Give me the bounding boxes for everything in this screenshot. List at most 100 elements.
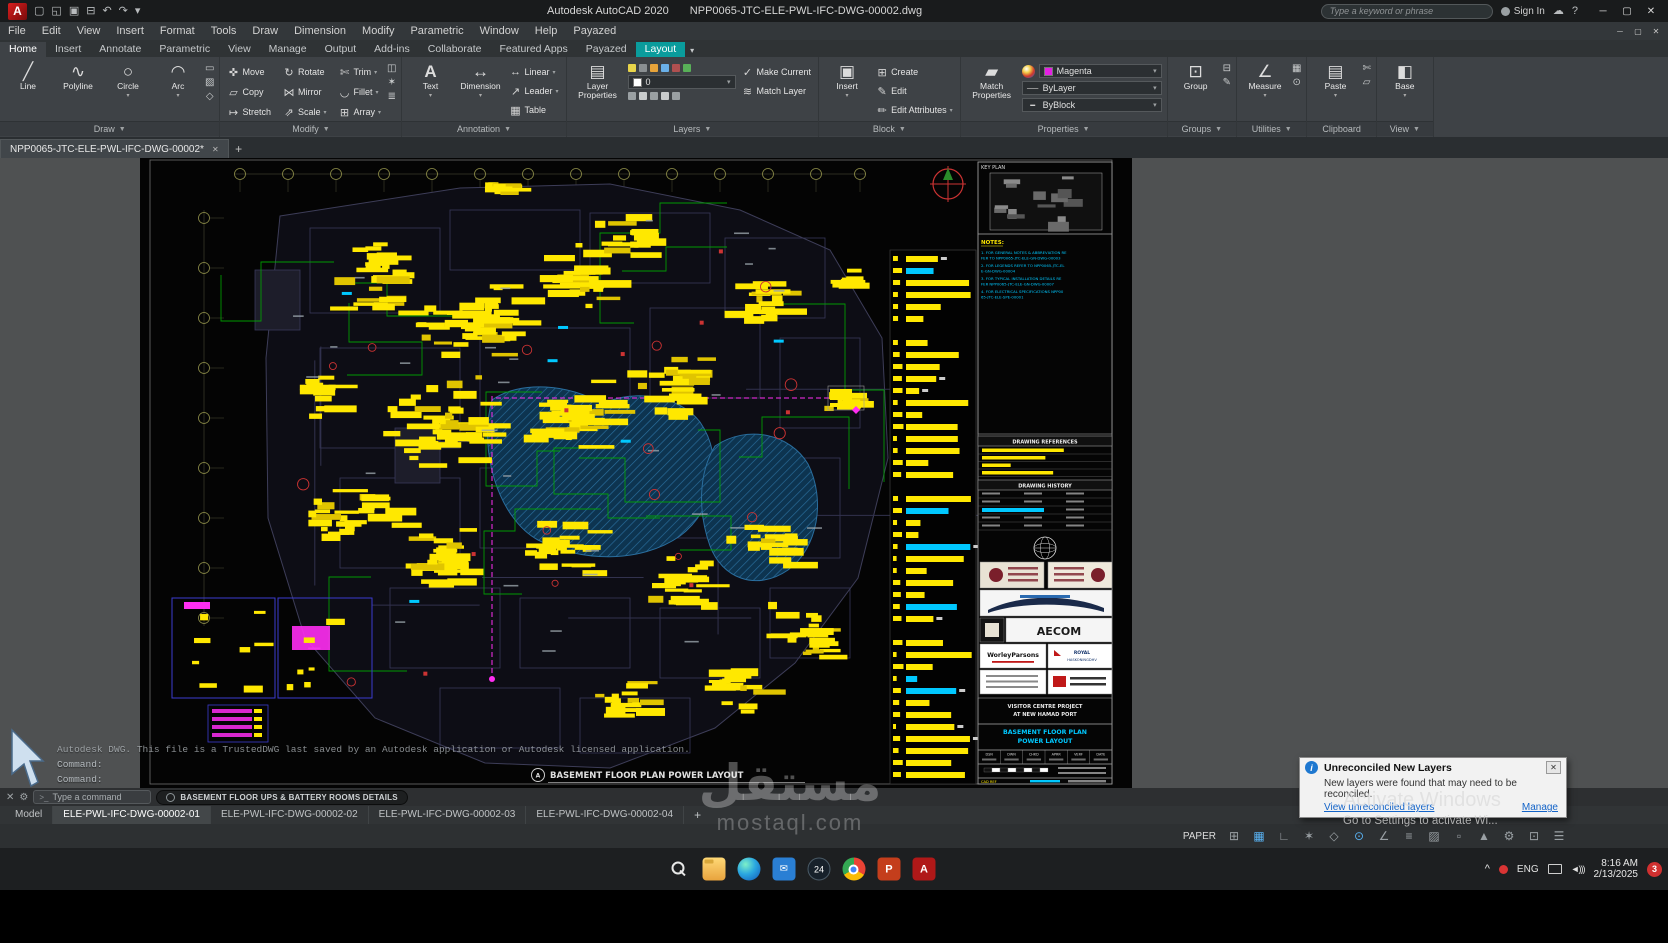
grid-icon[interactable]: ⊞ xyxy=(1225,829,1243,843)
close-button[interactable]: ✕ xyxy=(1640,2,1662,20)
search-input[interactable]: Type a keyword or phrase xyxy=(1320,3,1493,19)
command-close-icon[interactable]: ✕ xyxy=(6,792,14,803)
layout-add-button[interactable]: + xyxy=(684,806,711,824)
space-toggle[interactable]: PAPER xyxy=(1183,831,1216,842)
ribbon-tab-overflow-caret[interactable]: ▾ xyxy=(685,44,699,57)
undo-icon[interactable]: ↶ xyxy=(102,5,111,17)
taskbar-mail-icon[interactable]: ✉ xyxy=(772,857,796,881)
polyline-button[interactable]: ∿ Polyline xyxy=(55,60,101,91)
modify-rotate-button[interactable]: ↻ Rotate xyxy=(281,64,329,80)
menu-item-modify[interactable]: Modify xyxy=(354,22,402,40)
menu-item-insert[interactable]: Insert xyxy=(108,22,152,40)
ribbon-tab-parametric[interactable]: Parametric xyxy=(150,42,219,57)
customize-icon[interactable]: ☰ xyxy=(1550,829,1568,843)
properties-panel-title[interactable]: Properties ▼ xyxy=(960,121,1167,136)
command-customize-icon[interactable]: ⚙ xyxy=(19,792,28,803)
edit-block-button[interactable]: ✎ Edit xyxy=(874,83,955,99)
layout-tab-ele-pwl-ifc-dwg-00002-04[interactable]: ELE-PWL-IFC-DWG-00002-04 xyxy=(526,806,685,824)
manage-link[interactable]: Manage xyxy=(1522,802,1558,813)
ribbon-tab-payazed[interactable]: Payazed xyxy=(577,42,636,57)
open-folder-icon[interactable]: ◱ xyxy=(51,5,61,17)
group-edit-icon[interactable]: ✎ xyxy=(1223,77,1231,89)
ribbon-tab-layout[interactable]: Layout xyxy=(635,42,686,57)
ribbon-tab-view[interactable]: View xyxy=(219,42,260,57)
maximize-button[interactable]: ▢ xyxy=(1616,2,1638,20)
line-button[interactable]: ╱ Line xyxy=(5,60,51,91)
save-icon[interactable]: ▣ xyxy=(69,5,79,17)
transparency-icon[interactable]: ▨ xyxy=(1425,829,1443,843)
redo-icon[interactable]: ↷ xyxy=(119,5,128,17)
popup-close-button[interactable]: ✕ xyxy=(1546,761,1561,774)
make-current-button[interactable]: ✓ Make Current xyxy=(740,64,814,80)
help-icon[interactable]: ? xyxy=(1572,5,1578,17)
copy-clip-icon[interactable]: ▱ xyxy=(1362,77,1371,89)
annotation-panel-title[interactable]: Annotation ▼ xyxy=(402,121,566,136)
color-wheel-icon[interactable] xyxy=(1021,64,1035,78)
command-input[interactable]: >_ Type a command xyxy=(33,790,152,804)
menu-item-tools[interactable]: Tools xyxy=(203,22,245,40)
taskbar-powerpoint-icon[interactable]: P xyxy=(877,857,901,881)
id-point-icon[interactable]: ⊙ xyxy=(1292,77,1301,89)
hatch-icon[interactable]: ▨ xyxy=(205,77,214,89)
menu-item-dimension[interactable]: Dimension xyxy=(286,22,354,40)
selection-icon[interactable]: ▫ xyxy=(1450,829,1468,843)
layout-tab-model[interactable]: Model xyxy=(5,806,54,824)
explode-icon[interactable]: ✶ xyxy=(387,77,396,89)
layout-tab-ele-pwl-ifc-dwg-00002-02[interactable]: ELE-PWL-IFC-DWG-00002-02 xyxy=(211,806,369,824)
workspace-icon[interactable]: ⚙ xyxy=(1500,829,1518,843)
view-unreconciled-link[interactable]: View unreconciled layers xyxy=(1324,802,1434,813)
layers-panel-title[interactable]: Layers ▼ xyxy=(566,121,819,136)
clean-screen-icon[interactable]: ⊡ xyxy=(1525,829,1543,843)
modify-stretch-button[interactable]: ↦ Stretch xyxy=(225,104,273,120)
mdi-close-icon[interactable]: ✕ xyxy=(1648,24,1664,38)
volume-icon[interactable]: ◄))) xyxy=(1571,864,1586,874)
ribbon-tab-output[interactable]: Output xyxy=(316,42,366,57)
create-block-button[interactable]: ⊞ Create xyxy=(874,64,955,80)
modify-panel-title[interactable]: Modify ▼ xyxy=(220,121,402,136)
annotation-icon[interactable]: ▲ xyxy=(1475,829,1493,843)
layer-state-icons[interactable] xyxy=(627,64,736,72)
layer-dropdown[interactable]: 0 ▾ xyxy=(627,75,736,89)
new-file-tab-button[interactable]: + xyxy=(229,139,249,158)
cloud-icon[interactable]: ☁ xyxy=(1553,5,1564,17)
language-indicator[interactable]: ENG xyxy=(1517,864,1539,875)
offset-icon[interactable]: ≣ xyxy=(387,91,396,103)
autocad-app-icon[interactable]: A xyxy=(8,2,27,20)
table-button[interactable]: ▦ Table xyxy=(507,102,560,118)
taskbar-file-explorer-icon[interactable] xyxy=(702,857,726,881)
taskbar-app-badge-icon[interactable]: 24 xyxy=(807,857,831,881)
menu-item-view[interactable]: View xyxy=(69,22,109,40)
plot-icon[interactable]: ⊟ xyxy=(86,5,95,17)
text-button[interactable]: A Text ▾ xyxy=(407,60,453,101)
cut-icon[interactable]: ✄ xyxy=(1362,63,1370,75)
taskbar-search-icon[interactable] xyxy=(667,858,690,881)
detail-view-pill[interactable]: BASEMENT FLOOR UPS & BATTERY ROOMS DETAI… xyxy=(156,789,408,805)
mdi-restore-icon[interactable]: ▢ xyxy=(1630,24,1646,38)
quick-calc-icon[interactable]: ▦ xyxy=(1292,63,1301,75)
display-icon[interactable] xyxy=(1547,864,1562,874)
ortho-icon[interactable]: ∟ xyxy=(1275,829,1293,843)
ribbon-tab-manage[interactable]: Manage xyxy=(260,42,316,57)
tray-expand-icon[interactable]: ^ xyxy=(1485,863,1490,875)
groups-panel-title[interactable]: Groups ▼ xyxy=(1167,121,1236,136)
modify-move-button[interactable]: ✜ Move xyxy=(225,64,273,80)
menu-item-format[interactable]: Format xyxy=(152,22,203,40)
file-tab-active[interactable]: NPP0065-JTC-ELE-PWL-IFC-DWG-00002* ✕ xyxy=(0,139,229,158)
ungroup-icon[interactable]: ⊟ xyxy=(1223,63,1231,75)
sign-in-button[interactable]: Sign In xyxy=(1500,6,1545,17)
layout-tab-ele-pwl-ifc-dwg-00002-01[interactable]: ELE-PWL-IFC-DWG-00002-01 xyxy=(53,806,211,824)
modify-trim-button[interactable]: ✄ Trim ▾ xyxy=(337,64,384,80)
file-tab-close-icon[interactable]: ✕ xyxy=(212,145,219,154)
recording-icon[interactable] xyxy=(1498,864,1508,874)
paste-button[interactable]: ▤ Paste ▾ xyxy=(1312,60,1358,101)
leader-button[interactable]: ↗ Leader ▾ xyxy=(507,83,560,99)
rectangle-icon[interactable]: ▭ xyxy=(205,63,214,75)
lineweight-dropdown[interactable]: ━ ByBlock ▾ xyxy=(1021,98,1162,112)
dimension-button[interactable]: ↔ Dimension ▾ xyxy=(457,60,503,101)
modify-mirror-button[interactable]: ⋈ Mirror xyxy=(281,84,329,100)
minimize-button[interactable]: ─ xyxy=(1592,2,1614,20)
edit-attributes-button[interactable]: ✏ Edit Attributes ▾ xyxy=(874,102,955,118)
menu-item-parametric[interactable]: Parametric xyxy=(402,22,471,40)
taskbar-edge-icon[interactable] xyxy=(737,857,761,881)
modify-copy-button[interactable]: ▱ Copy xyxy=(225,84,273,100)
